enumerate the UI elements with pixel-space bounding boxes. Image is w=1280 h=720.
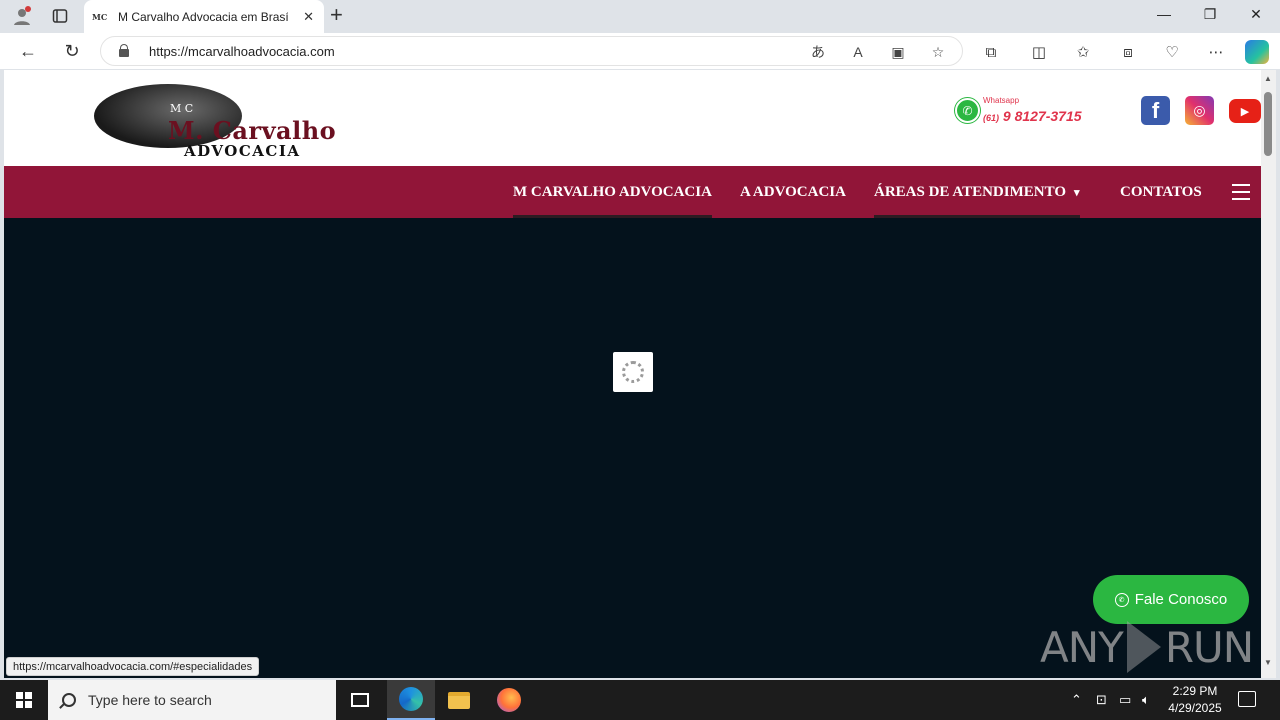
spinner-icon — [622, 361, 644, 383]
collections-icon[interactable]: ⧈ — [1116, 41, 1140, 63]
page-scrollbar[interactable]: ▲ ▼ — [1261, 70, 1276, 678]
browser-essentials-icon[interactable]: ♡ — [1160, 41, 1184, 63]
logo-monogram: M C — [170, 102, 194, 115]
hamburger-menu-icon[interactable] — [1232, 184, 1250, 200]
task-view-icon — [351, 693, 369, 707]
nav-about-label: A ADVOCACIA — [740, 183, 846, 200]
favorite-icon[interactable]: ☆ — [927, 42, 949, 62]
whatsapp-number[interactable]: (61) 9 8127-3715 — [983, 108, 1082, 124]
nav-practice-areas-label: ÁREAS DE ATENDIMENTO — [874, 183, 1066, 200]
anyrun-watermark: ANY RUN — [1040, 620, 1254, 674]
copilot-icon[interactable] — [1245, 40, 1269, 64]
extensions-icon[interactable]: ⧉ — [979, 41, 1003, 63]
loading-spinner-box — [613, 352, 653, 392]
network-icon[interactable]: ▭ — [1119, 680, 1131, 720]
search-placeholder: Type here to search — [88, 692, 212, 708]
clock-date: 4/29/2025 — [1168, 701, 1222, 715]
watermark-left: ANY — [1040, 622, 1124, 672]
address-bar[interactable]: https://mcarvalhoadvocacia.com あ A ▣ ☆ — [100, 36, 963, 66]
clock-time: 2:29 PM — [1172, 684, 1218, 698]
tab-actions-icon[interactable] — [48, 5, 72, 27]
taskbar-edge[interactable] — [387, 680, 435, 720]
folder-icon — [448, 691, 470, 709]
start-button[interactable] — [0, 680, 48, 720]
nav-about[interactable]: A ADVOCACIA — [740, 166, 846, 218]
logo-subtitle: ADVOCACIA — [184, 142, 301, 160]
hero-section — [4, 218, 1261, 678]
search-icon — [62, 693, 76, 707]
fale-conosco-label: Fale Conosco — [1134, 591, 1228, 608]
volume-icon[interactable]: 🔈︎ — [1142, 680, 1150, 720]
windows-logo-icon — [16, 692, 32, 708]
new-tab-icon[interactable]: + — [330, 4, 343, 26]
whatsapp-phone: 9 8127-3715 — [1002, 108, 1082, 124]
scroll-up-icon[interactable]: ▲ — [1264, 74, 1272, 83]
url-text[interactable]: https://mcarvalhoadvocacia.com — [149, 44, 335, 59]
main-navbar: M CARVALHO ADVOCACIA A ADVOCACIA ÁREAS D… — [4, 166, 1261, 218]
minimize-icon[interactable]: — — [1141, 6, 1187, 22]
immersive-reader-icon[interactable]: ▣ — [887, 42, 909, 62]
nav-contacts-label: CONTATOS — [1120, 183, 1202, 200]
read-aloud-icon[interactable]: A — [847, 42, 869, 62]
lock-icon[interactable] — [119, 44, 129, 57]
meet-now-icon[interactable]: ⊡ — [1096, 680, 1107, 720]
instagram-icon[interactable]: ◎ — [1185, 96, 1214, 125]
facebook-icon[interactable]: f — [1141, 96, 1170, 125]
tab-title: M Carvalho Advocacia em Brasília — [118, 9, 288, 24]
refresh-icon[interactable]: ↻ — [59, 39, 85, 63]
browser-toolbar: ← ↻ https://mcarvalhoadvocacia.com あ A ▣… — [0, 33, 1280, 69]
whatsapp-icon[interactable]: ✆ — [955, 98, 980, 123]
site-header: M C M. Carvalho ADVOCACIA ✆ Whatsapp (61… — [4, 70, 1261, 166]
browser-tab-bar: MC M Carvalho Advocacia em Brasília ✕ + … — [0, 0, 1280, 33]
back-icon[interactable]: ← — [15, 39, 41, 63]
watermark-right: RUN — [1164, 622, 1254, 672]
tray-overflow-icon[interactable]: ⌃ — [1071, 680, 1082, 720]
taskbar-firefox[interactable] — [485, 680, 533, 720]
favorites-icon[interactable]: ✩ — [1071, 41, 1095, 63]
close-window-icon[interactable]: ✕ — [1233, 6, 1279, 23]
nav-home[interactable]: M CARVALHO ADVOCACIA — [513, 166, 712, 218]
nav-practice-areas[interactable]: ÁREAS DE ATENDIMENTO ▾ — [874, 166, 1080, 218]
nav-contacts[interactable]: CONTATOS — [1120, 166, 1202, 218]
translate-icon[interactable]: あ — [807, 42, 829, 62]
chevron-down-icon: ▾ — [1073, 186, 1080, 199]
taskbar-clock[interactable]: 2:29 PM 4/29/2025 — [1160, 683, 1230, 717]
watermark-play-icon — [1126, 621, 1161, 673]
whatsapp-icon: ✆ — [1114, 592, 1129, 607]
more-icon[interactable]: ⋯ — [1204, 41, 1228, 63]
taskbar-search[interactable]: Type here to search — [48, 680, 336, 720]
firefox-icon — [497, 688, 521, 712]
whatsapp-area-code: (61) — [983, 113, 1000, 123]
restore-icon[interactable]: ❐ — [1187, 6, 1233, 23]
profile-icon[interactable] — [10, 5, 34, 27]
scroll-down-icon[interactable]: ▼ — [1264, 658, 1272, 667]
logo-title: M. Carvalho — [168, 116, 337, 145]
site-logo[interactable]: M C M. Carvalho ADVOCACIA — [94, 84, 356, 160]
tab-favicon: MC — [92, 11, 108, 22]
split-screen-icon[interactable]: ◫ — [1027, 41, 1051, 63]
active-tab[interactable]: MC M Carvalho Advocacia em Brasília ✕ — [84, 0, 324, 33]
windows-taskbar: Type here to search ⌃ ⊡ ▭ 🔈︎ 2:29 PM 4/2… — [0, 680, 1280, 720]
status-bar-url: https://mcarvalhoadvocacia.com/#especial… — [6, 657, 260, 676]
edge-icon — [399, 687, 423, 711]
whatsapp-label: Whatsapp — [983, 96, 1020, 105]
fale-conosco-button[interactable]: ✆ Fale Conosco — [1093, 575, 1249, 624]
task-view-button[interactable] — [336, 680, 384, 720]
nav-home-label: M CARVALHO ADVOCACIA — [513, 183, 712, 200]
page-viewport: M C M. Carvalho ADVOCACIA ✆ Whatsapp (61… — [4, 70, 1261, 678]
scroll-thumb[interactable] — [1264, 92, 1272, 156]
taskbar-file-explorer[interactable] — [435, 680, 483, 720]
tab-close-icon[interactable]: ✕ — [303, 9, 314, 25]
notification-icon[interactable] — [1238, 691, 1256, 707]
youtube-icon[interactable]: ▶ — [1229, 99, 1261, 123]
